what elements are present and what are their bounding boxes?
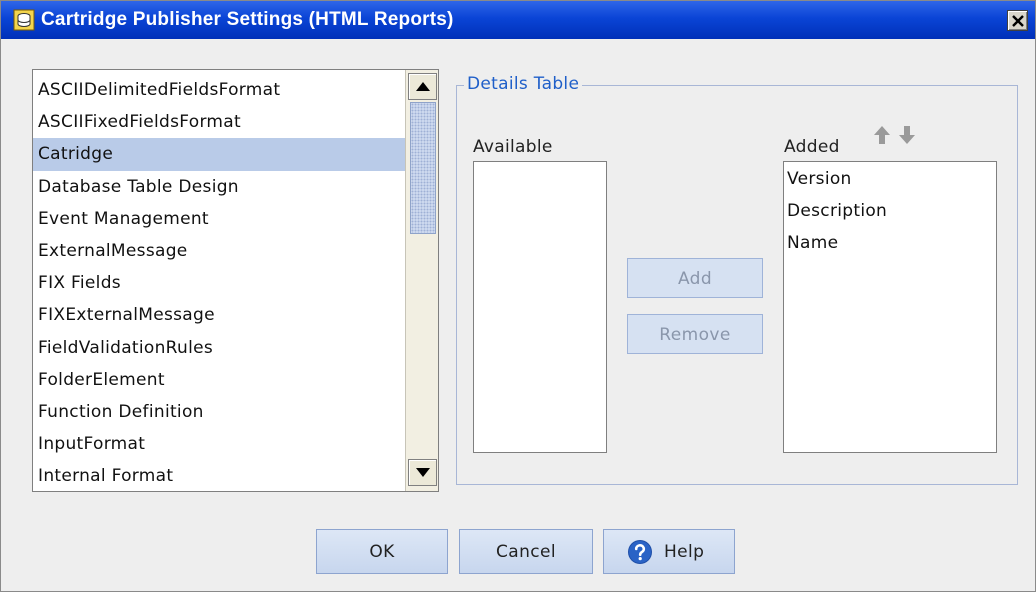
arrow-down-icon[interactable]: [898, 125, 916, 145]
add-button[interactable]: Add: [627, 258, 763, 298]
settings-dialog: Cartridge Publisher Settings (HTML Repor…: [0, 0, 1036, 592]
list-item-selected[interactable]: Catridge: [33, 138, 405, 171]
list-item[interactable]: FolderElement: [33, 364, 405, 396]
title-bar[interactable]: Cartridge Publisher Settings (HTML Repor…: [1, 1, 1035, 39]
scroll-up-button[interactable]: [408, 73, 437, 100]
list-item[interactable]: Event Management: [33, 203, 405, 235]
help-icon: [628, 540, 652, 564]
format-listbox[interactable]: ASCIIDelimitedFieldsFormat ASCIIFixedFie…: [32, 69, 439, 492]
remove-button[interactable]: Remove: [627, 314, 763, 354]
list-item[interactable]: InputFormat: [33, 428, 405, 460]
format-list: ASCIIDelimitedFieldsFormat ASCIIFixedFie…: [33, 74, 405, 491]
cancel-button[interactable]: Cancel: [459, 529, 593, 574]
list-item[interactable]: Internal Format: [33, 460, 405, 491]
close-button[interactable]: [1007, 10, 1028, 31]
list-item[interactable]: Function Definition: [33, 396, 405, 428]
scroll-thumb[interactable]: [410, 102, 436, 234]
available-label: Available: [473, 137, 553, 157]
list-item[interactable]: FIXExternalMessage: [33, 299, 405, 331]
format-list-scrollbar[interactable]: [405, 70, 438, 491]
added-list-item[interactable]: Description: [784, 194, 996, 226]
scroll-up-arrow-icon: [416, 82, 430, 91]
arrow-up-icon[interactable]: [873, 125, 891, 145]
added-list-item[interactable]: Name: [784, 226, 996, 258]
close-icon: [1012, 15, 1024, 27]
help-button-label: Help: [664, 542, 705, 562]
added-list-item[interactable]: Version: [784, 162, 996, 194]
cartridge-icon: [13, 9, 35, 31]
added-listbox[interactable]: Version Description Name: [783, 161, 997, 453]
list-item[interactable]: Database Table Design: [33, 171, 405, 203]
list-item[interactable]: ASCIIDelimitedFieldsFormat: [33, 74, 405, 106]
scroll-down-arrow-icon: [416, 468, 430, 477]
list-item[interactable]: ASCIIFixedFieldsFormat: [33, 106, 405, 138]
available-listbox[interactable]: [473, 161, 607, 453]
list-item[interactable]: FIX Fields: [33, 267, 405, 299]
list-item[interactable]: FieldValidationRules: [33, 332, 405, 364]
added-label: Added: [784, 137, 840, 157]
ok-button[interactable]: OK: [316, 529, 448, 574]
scroll-down-button[interactable]: [408, 459, 437, 486]
details-table-legend: Details Table: [464, 74, 583, 94]
list-item[interactable]: ExternalMessage: [33, 235, 405, 267]
window-title: Cartridge Publisher Settings (HTML Repor…: [41, 9, 454, 30]
help-button[interactable]: Help: [603, 529, 735, 574]
